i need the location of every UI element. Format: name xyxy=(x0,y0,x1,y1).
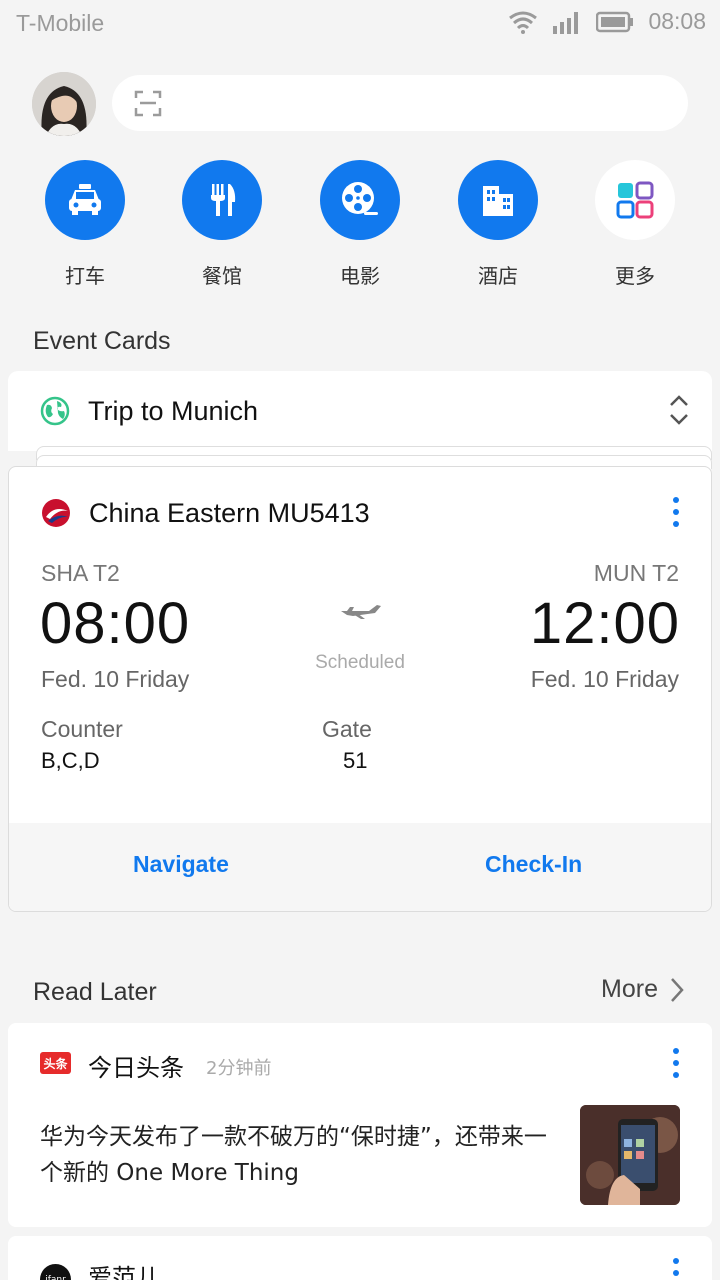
news-source: 今日头条 xyxy=(88,1054,184,1082)
news-headline: 华为今天发布了一款不破万的“保时捷”，还带来一个新的 One More Thin… xyxy=(40,1124,547,1186)
taxi-icon xyxy=(69,184,101,215)
quick-action-restaurant[interactable]: 餐馆 xyxy=(167,160,277,289)
restaurant-icon xyxy=(211,184,236,216)
arrival-date: Fed. 10 Friday xyxy=(530,666,679,692)
flight-status: Scheduled xyxy=(315,652,405,673)
search-bar[interactable] xyxy=(112,75,688,131)
news-card[interactable]: 头条 今日头条 2分钟前 华为今天发布了一款不破万的“保时捷”，还带来一个新的 … xyxy=(8,1023,712,1227)
film-reel-icon xyxy=(342,182,378,215)
event-cards-title: Event Cards xyxy=(33,327,171,355)
signal-icon xyxy=(553,11,579,34)
news-time: 2分钟前 xyxy=(206,1058,272,1079)
quick-action-label: 餐馆 xyxy=(202,264,242,288)
departure-date: Fed. 10 Friday xyxy=(41,666,190,692)
counter-label: Counter xyxy=(41,716,123,742)
quick-action-taxi[interactable]: 打车 xyxy=(30,160,140,289)
arrival-time: 12:00 xyxy=(529,591,680,656)
airline-logo-icon xyxy=(42,499,70,527)
trip-card-header[interactable]: Trip to Munich xyxy=(8,371,712,451)
more-link-label: More xyxy=(601,975,658,1003)
user-avatar[interactable] xyxy=(32,72,96,136)
chevron-right-icon xyxy=(671,977,684,1002)
read-later-title: Read Later xyxy=(33,978,157,1006)
origin-code: SHA T2 xyxy=(41,560,120,586)
destination-code: MUN T2 xyxy=(593,560,679,586)
airplane-icon xyxy=(341,605,381,619)
flight-card-actions: Navigate Check-In xyxy=(9,823,711,911)
status-icons: 08:08 xyxy=(508,8,706,35)
quick-action-label: 打车 xyxy=(65,264,105,288)
quick-actions: 打车 餐馆 电影 酒店 更多 xyxy=(0,160,720,290)
news-card[interactable]: ifanr 爱范儿 xyxy=(8,1236,712,1280)
hotel-button[interactable] xyxy=(458,160,538,240)
news-more-menu[interactable] xyxy=(672,1048,680,1084)
quick-action-label: 更多 xyxy=(615,264,655,288)
battery-icon xyxy=(596,11,634,32)
status-bar: T-Mobile 08:08 xyxy=(0,0,720,48)
news-source: 爱范儿 xyxy=(88,1264,160,1280)
ifanr-logo-icon: ifanr xyxy=(40,1264,71,1280)
scan-icon[interactable] xyxy=(134,89,162,117)
quick-action-more[interactable]: 更多 xyxy=(580,160,690,289)
read-later-more-link[interactable]: More xyxy=(601,975,684,1004)
check-in-button[interactable]: Check-In xyxy=(485,851,582,878)
expand-collapse-icon[interactable] xyxy=(668,393,690,427)
status-clock: 08:08 xyxy=(648,8,706,34)
globe-icon xyxy=(40,396,70,426)
gate-label: Gate xyxy=(322,716,372,742)
departure-time: 08:00 xyxy=(40,591,191,656)
avatar-image xyxy=(32,72,96,136)
quick-action-label: 电影 xyxy=(340,264,380,288)
counter-value: B,C,D xyxy=(41,748,100,773)
gate-value: 51 xyxy=(343,748,368,773)
hotel-icon xyxy=(483,186,513,216)
restaurant-button[interactable] xyxy=(182,160,262,240)
apps-grid-icon xyxy=(616,181,654,219)
taxi-button[interactable] xyxy=(45,160,125,240)
news-more-menu[interactable] xyxy=(672,1258,680,1280)
movie-button[interactable] xyxy=(320,160,400,240)
toutiao-logo-icon: 头条 xyxy=(40,1052,71,1074)
flight-title: China Eastern MU5413 xyxy=(89,498,370,528)
flight-more-menu[interactable] xyxy=(672,497,680,533)
quick-action-movie[interactable]: 电影 xyxy=(305,160,415,289)
flight-card: China Eastern MU5413 SHA T2 MUN T2 08:00… xyxy=(8,466,712,912)
more-apps-button[interactable] xyxy=(595,160,675,240)
navigate-button[interactable]: Navigate xyxy=(133,851,229,878)
quick-action-hotel[interactable]: 酒店 xyxy=(443,160,553,289)
carrier-name: T-Mobile xyxy=(16,10,105,36)
news-thumbnail xyxy=(580,1105,680,1205)
wifi-icon xyxy=(509,11,538,34)
quick-action-label: 酒店 xyxy=(478,264,518,288)
trip-title: Trip to Munich xyxy=(88,396,259,426)
